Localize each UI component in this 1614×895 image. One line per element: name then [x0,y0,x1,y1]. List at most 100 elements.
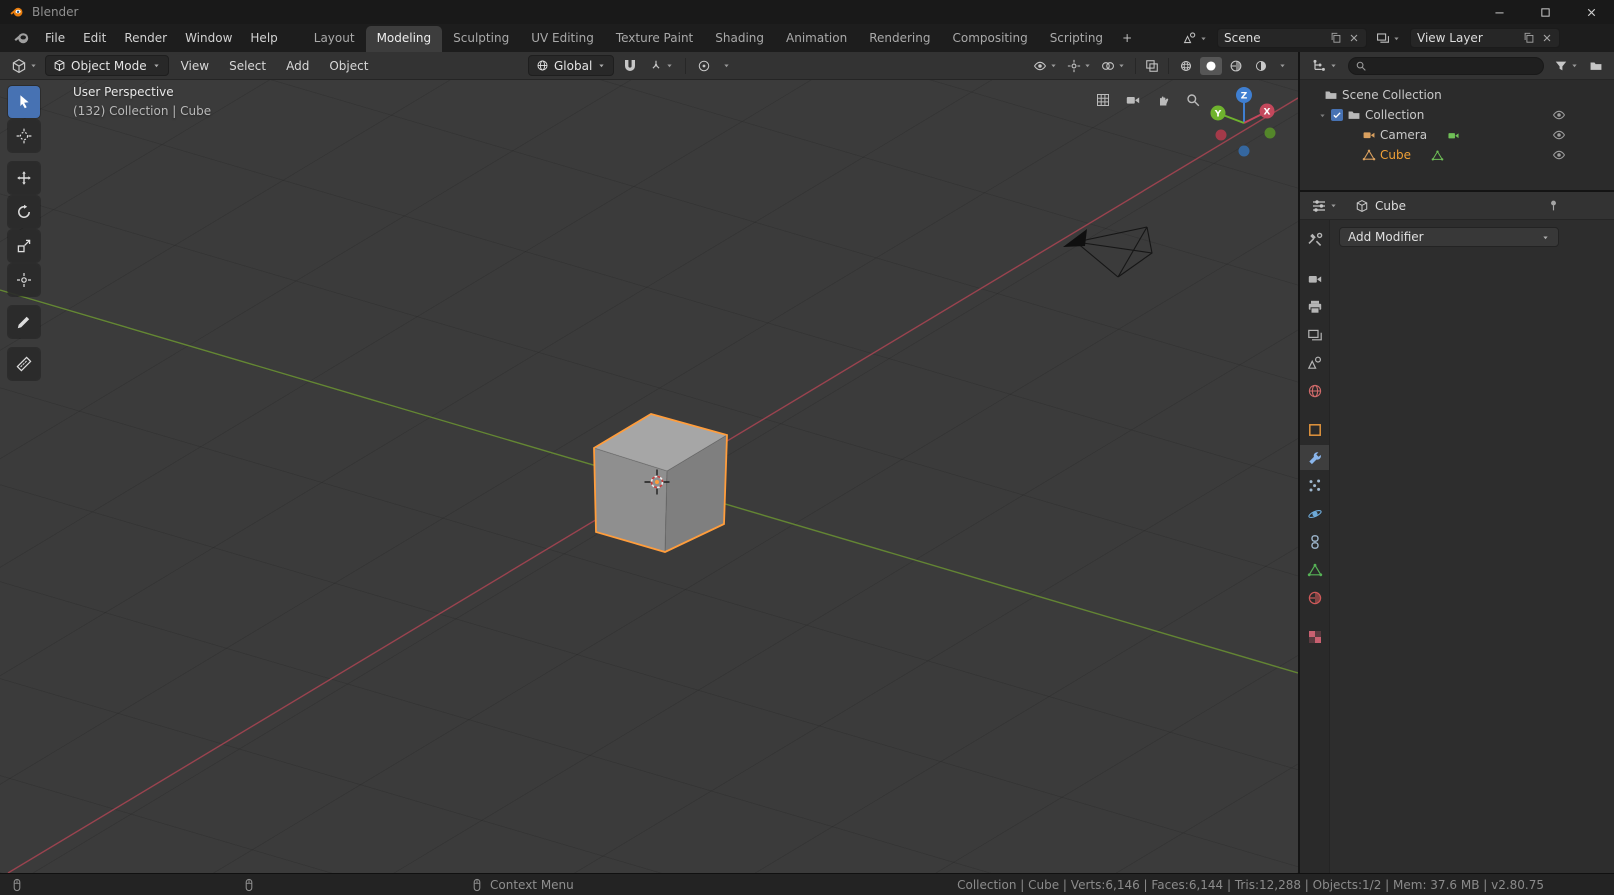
editor-type-button[interactable] [8,56,41,76]
shading-material-button[interactable] [1225,57,1247,75]
disclosure-triangle-icon[interactable] [1318,111,1327,120]
tab-sculpting[interactable]: Sculpting [442,26,520,52]
menu-help[interactable]: Help [241,28,286,48]
outliner-filter-button[interactable] [1551,57,1582,75]
properties-tab-particles[interactable] [1300,473,1329,498]
camera-object[interactable] [1063,227,1152,277]
menu-select[interactable]: Select [221,57,274,75]
maximize-button[interactable] [1522,0,1568,24]
shading-options-select[interactable] [1275,59,1290,72]
properties-tab-texture[interactable] [1300,624,1329,649]
orientation-select[interactable]: Global [528,55,614,76]
outliner-row-scene-collection[interactable]: Scene Collection [1300,85,1614,105]
shading-solid-button[interactable] [1200,57,1222,75]
tool-measure[interactable] [8,348,40,380]
properties-tab-output[interactable] [1300,294,1329,319]
properties-tab-view-layer[interactable] [1300,322,1329,347]
tool-annotate[interactable] [8,306,40,338]
menu-edit[interactable]: Edit [74,28,115,48]
view-layer-remove-button[interactable] [1541,32,1553,44]
collection-visibility-toggle[interactable] [1552,108,1566,122]
tab-compositing[interactable]: Compositing [941,26,1038,52]
tab-rendering[interactable]: Rendering [858,26,941,52]
tab-texture-paint[interactable]: Texture Paint [605,26,704,52]
tab-scripting[interactable]: Scripting [1039,26,1114,52]
outliner-row-camera[interactable]: Camera [1300,125,1614,145]
view-layer-field[interactable]: View Layer [1410,28,1560,48]
scene-unlink-button[interactable] [1348,32,1360,44]
properties-tab-material[interactable] [1300,585,1329,610]
proportional-editing-toggle[interactable] [694,57,714,75]
mode-select[interactable]: Object Mode [45,55,169,76]
outliner-row-collection[interactable]: Collection [1300,105,1614,125]
tool-rotate[interactable] [8,196,40,228]
shading-wireframe-button[interactable] [1175,57,1197,75]
collection-icon [1589,59,1603,73]
object-visibility-select[interactable] [1030,57,1061,75]
tool-select-box[interactable] [8,86,40,118]
pan-view-button[interactable] [1152,89,1174,111]
gizmo-x-neg-axis[interactable] [1216,130,1227,141]
tab-modeling[interactable]: Modeling [366,26,443,52]
properties-tab-render[interactable] [1300,266,1329,291]
proportional-falloff-select[interactable] [719,59,734,72]
cube-object[interactable] [594,414,727,552]
xray-toggle[interactable] [1142,57,1162,75]
properties-tab-scene[interactable] [1300,350,1329,375]
tab-animation[interactable]: Animation [775,26,858,52]
tab-shading[interactable]: Shading [704,26,775,52]
minimize-button[interactable] [1476,0,1522,24]
overlays-select[interactable] [1098,57,1129,75]
properties-tab-object-data[interactable] [1300,557,1329,582]
tool-scale[interactable] [8,230,40,262]
blender-menu-button[interactable] [8,30,36,46]
camera-view-button[interactable] [1122,89,1144,111]
view-layer-browse-button[interactable] [1373,29,1404,47]
gizmo-y-neg-axis[interactable] [1265,128,1276,139]
properties-editor-type-button[interactable] [1308,196,1341,216]
tab-layout[interactable]: Layout [303,26,366,52]
tool-transform[interactable] [8,264,40,296]
add-modifier-select[interactable]: Add Modifier [1339,227,1559,247]
camera-visibility-toggle[interactable] [1552,128,1566,142]
outliner-editor-type-button[interactable] [1308,56,1341,76]
snap-toggle[interactable] [619,56,641,76]
snap-target-select[interactable] [646,57,677,75]
viewport-canvas[interactable]: User Perspective (132) Collection | Cube [0,80,1298,873]
tab-uv-editing[interactable]: UV Editing [520,26,605,52]
scene-field[interactable]: Scene [1217,28,1367,48]
properties-tab-modifiers[interactable] [1300,445,1329,470]
outliner-search-input[interactable] [1348,57,1544,75]
menu-render[interactable]: Render [115,28,176,48]
properties-tab-object[interactable] [1300,417,1329,442]
outliner-row-cube[interactable]: Cube [1300,145,1614,165]
menu-object[interactable]: Object [321,57,376,75]
shading-rendered-button[interactable] [1250,57,1272,75]
properties-tab-constraints[interactable] [1300,529,1329,554]
close-button[interactable] [1568,0,1614,24]
tool-move[interactable] [8,162,40,194]
gizmos-select[interactable] [1064,57,1095,75]
menu-add[interactable]: Add [278,57,317,75]
properties-tab-world[interactable] [1300,378,1329,403]
menu-window[interactable]: Window [176,28,241,48]
add-workspace-button[interactable]: + [1114,26,1140,52]
menu-file[interactable]: File [36,28,74,48]
tool-cursor[interactable] [8,120,40,152]
view-layer-copy-button[interactable] [1523,32,1535,44]
collection-checkbox[interactable] [1331,109,1343,121]
cube-visibility-toggle[interactable] [1552,148,1566,162]
gizmo-z-neg-axis[interactable] [1239,146,1250,157]
scene-browse-button[interactable] [1180,29,1211,47]
properties-tab-physics[interactable] [1300,501,1329,526]
perspective-ortho-button[interactable] [1092,89,1114,111]
new-collection-button[interactable] [1586,57,1606,75]
eye-icon [1552,128,1566,142]
scene-copy-button[interactable] [1330,32,1342,44]
navigation-gizmo[interactable]: Z X Y [1206,82,1286,162]
menu-view[interactable]: View [173,57,217,75]
zoom-view-button[interactable] [1182,89,1204,111]
pin-id-button[interactable] [1547,199,1560,212]
window-title: Blender [32,5,79,19]
properties-tab-tool[interactable] [1300,227,1329,252]
